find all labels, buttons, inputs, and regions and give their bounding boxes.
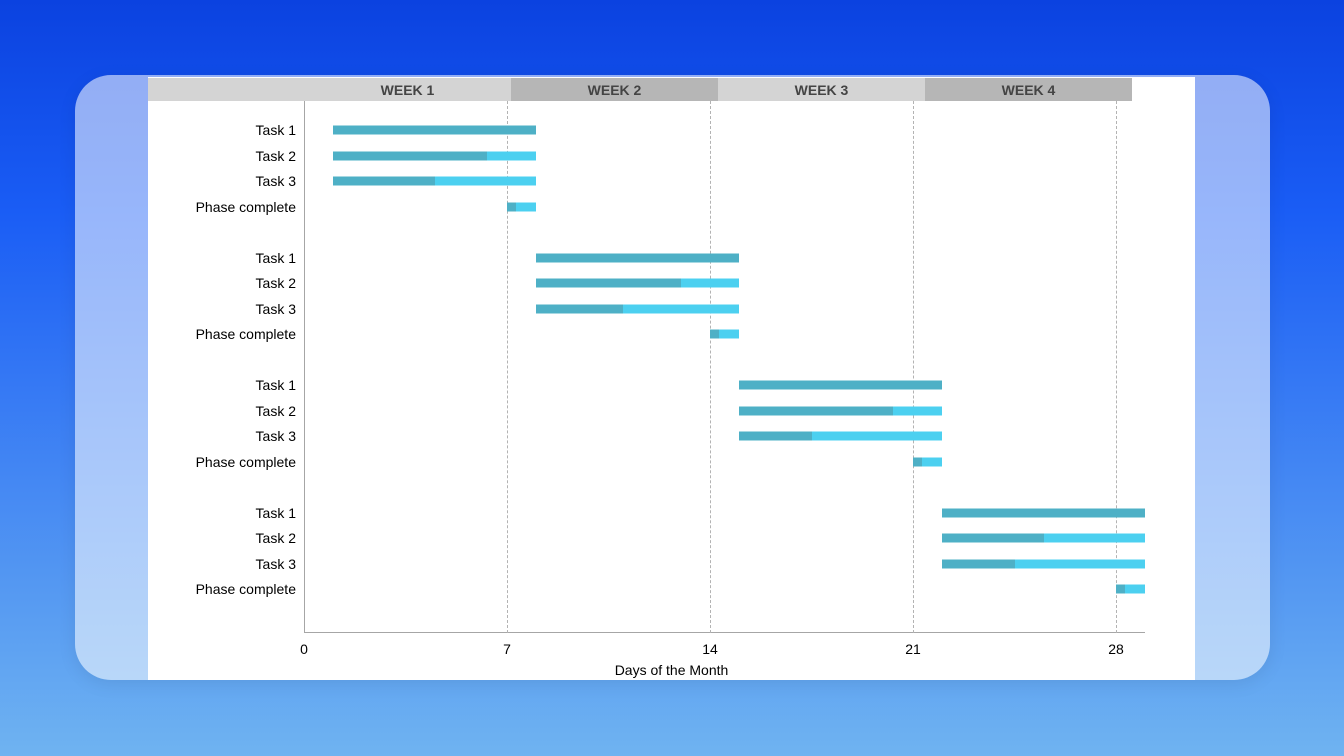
- task-label: Task 2: [148, 530, 296, 546]
- gantt-plot: [304, 101, 1145, 633]
- bar-segment-remaining: [1044, 534, 1146, 543]
- x-tick-label: 28: [1108, 641, 1124, 657]
- week-header-pad: [148, 78, 304, 101]
- bar-segment-completed: [942, 534, 1044, 543]
- bar-segment-completed: [739, 406, 893, 415]
- gantt-bar: [739, 432, 942, 441]
- bar-segment-remaining: [893, 406, 942, 415]
- task-label: Task 2: [148, 403, 296, 419]
- gantt-bar: [942, 508, 1145, 517]
- week-4-header: WEEK 4: [925, 78, 1132, 101]
- bar-segment-completed: [536, 304, 623, 313]
- gantt-bar: [333, 177, 536, 186]
- bar-segment-completed: [942, 559, 1015, 568]
- gridline: [710, 101, 711, 633]
- task-label: Phase complete: [148, 454, 296, 470]
- x-axis-line: [304, 632, 1145, 633]
- task-label: Task 3: [148, 428, 296, 444]
- gantt-bar: [942, 559, 1145, 568]
- gantt-bar: [710, 330, 739, 339]
- bar-segment-remaining: [516, 202, 536, 211]
- task-label: Phase complete: [148, 199, 296, 215]
- bar-segment-completed: [536, 279, 681, 288]
- task-label: Task 2: [148, 275, 296, 291]
- x-tick-label: 21: [905, 641, 921, 657]
- bar-segment-completed: [333, 151, 487, 160]
- gantt-bar: [333, 126, 536, 135]
- week-2-header: WEEK 2: [511, 78, 718, 101]
- task-label: Task 1: [148, 122, 296, 138]
- bar-segment-remaining: [681, 279, 739, 288]
- chart-surface: WEEK 1 WEEK 2 WEEK 3 WEEK 4 Days of the …: [148, 77, 1195, 680]
- bar-segment-remaining: [812, 432, 943, 441]
- gantt-bar: [536, 253, 739, 262]
- gantt-bar: [333, 151, 536, 160]
- gantt-bar: [739, 381, 942, 390]
- bar-segment-completed: [333, 126, 536, 135]
- bar-segment-remaining: [623, 304, 739, 313]
- task-label: Task 3: [148, 301, 296, 317]
- task-label: Task 2: [148, 148, 296, 164]
- week-3-header: WEEK 3: [718, 78, 925, 101]
- gantt-bar: [942, 534, 1145, 543]
- task-label: Task 3: [148, 556, 296, 572]
- gantt-bar: [1116, 585, 1145, 594]
- gantt-bar: [536, 304, 739, 313]
- bar-segment-remaining: [1015, 559, 1146, 568]
- bar-segment-completed: [507, 202, 516, 211]
- bar-segment-remaining: [922, 457, 942, 466]
- gridline: [913, 101, 914, 633]
- gridline: [1116, 101, 1117, 633]
- bar-segment-completed: [710, 330, 719, 339]
- x-tick-label: 7: [503, 641, 511, 657]
- gantt-bar: [913, 457, 942, 466]
- task-label: Task 1: [148, 250, 296, 266]
- x-axis-label: Days of the Month: [148, 662, 1195, 678]
- bar-segment-completed: [913, 457, 922, 466]
- bar-segment-remaining: [1125, 585, 1145, 594]
- bar-segment-completed: [739, 432, 812, 441]
- week-1-header: WEEK 1: [304, 78, 511, 101]
- task-label: Phase complete: [148, 326, 296, 342]
- task-label: Task 1: [148, 377, 296, 393]
- bar-segment-completed: [333, 177, 435, 186]
- x-tick-label: 14: [702, 641, 718, 657]
- bar-segment-completed: [536, 253, 739, 262]
- y-axis-line: [304, 101, 305, 633]
- task-label: Phase complete: [148, 581, 296, 597]
- gantt-bar: [536, 279, 739, 288]
- week-header: WEEK 1 WEEK 2 WEEK 3 WEEK 4: [148, 78, 1145, 101]
- bar-segment-remaining: [719, 330, 739, 339]
- bar-segment-remaining: [487, 151, 536, 160]
- task-label: Task 3: [148, 173, 296, 189]
- bar-segment-completed: [739, 381, 942, 390]
- x-tick-label: 0: [300, 641, 308, 657]
- bar-segment-remaining: [435, 177, 537, 186]
- bar-segment-completed: [942, 508, 1145, 517]
- task-label: Task 1: [148, 505, 296, 521]
- chart-card: WEEK 1 WEEK 2 WEEK 3 WEEK 4 Days of the …: [75, 75, 1270, 680]
- gantt-bar: [739, 406, 942, 415]
- bar-segment-completed: [1116, 585, 1125, 594]
- gantt-bar: [507, 202, 536, 211]
